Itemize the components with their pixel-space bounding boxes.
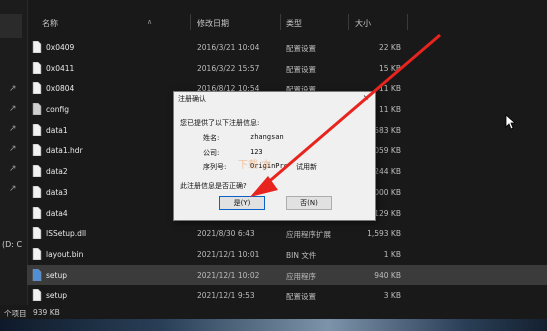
file-name: data1.hdr <box>46 146 83 156</box>
file-name: data3 <box>46 187 68 197</box>
gear-file-icon <box>32 103 42 116</box>
serial-label: 序列号: <box>203 163 227 171</box>
file-name: setup <box>46 270 67 280</box>
file-date: 2016/3/22 15:57 <box>197 63 260 73</box>
setup-app-icon <box>32 268 42 281</box>
config-file-icon <box>32 41 42 53</box>
column-type[interactable]: 类型 <box>286 18 302 29</box>
file-name: ISSetup.dll <box>46 229 87 239</box>
pin-icon[interactable]: ↗ <box>9 184 19 194</box>
pin-icon[interactable]: ↗ <box>9 104 19 114</box>
file-name: 0x0411 <box>46 63 75 73</box>
desktop-strip <box>0 319 547 331</box>
config-file-icon <box>32 289 42 302</box>
file-name: data4 <box>46 208 68 218</box>
dialog-intro: 您已提供了以下注册信息: <box>180 119 260 127</box>
column-size[interactable]: 大小 <box>355 18 371 29</box>
file-name: data2 <box>46 167 68 177</box>
file-date: 2021/8/30 6:43 <box>197 229 255 239</box>
dialog-question: 此注册信息是否正确? <box>180 182 247 190</box>
file-row[interactable]: ISSetup.dll 2021/8/30 6:43 应用程序扩展 1,593 KB <box>27 223 547 244</box>
file-size: 940 KB <box>374 270 401 280</box>
dll-file-icon <box>32 227 42 240</box>
file-icon <box>32 206 42 219</box>
file-row[interactable]: 0x0411 2016/3/22 15:57 配置设置 15 KB <box>27 58 547 79</box>
nav-pane-selected-item[interactable] <box>0 14 22 38</box>
company-value: 123 <box>250 148 263 156</box>
column-name[interactable]: 名称 <box>42 18 58 29</box>
registration-confirm-dialog: 注册确认 × 您已提供了以下注册信息: 姓名: zhangsan 公司: 123… <box>173 91 376 221</box>
dialog-title: 注册确认 <box>178 95 206 103</box>
mouse-cursor-icon <box>505 114 515 130</box>
drive-label[interactable]: (D: C <box>2 240 22 249</box>
file-name: setup <box>46 291 67 301</box>
file-row[interactable]: layout.bin 2021/12/1 10:01 BIN 文件 1 KB <box>27 244 547 265</box>
sort-arrow-icon: ∧ <box>147 18 153 26</box>
file-type: BIN 文件 <box>286 250 317 260</box>
file-name: layout.bin <box>46 249 84 259</box>
file-name: 0x0804 <box>46 84 75 94</box>
close-button[interactable]: × <box>357 92 375 104</box>
file-type: 配置设置 <box>286 44 316 53</box>
column-divider[interactable] <box>190 14 191 30</box>
pin-icon[interactable]: ↗ <box>9 124 19 134</box>
watermark: 下载 本 <box>238 160 272 171</box>
item-count: 个项目 <box>4 309 27 318</box>
file-date: 2021/12/1 10:02 <box>197 270 260 280</box>
file-date: 2016/3/21 10:04 <box>197 43 260 52</box>
file-row[interactable]: 0x0409 2016/3/21 10:04 配置设置 22 KB <box>27 37 547 58</box>
pin-icon[interactable]: ↗ <box>9 84 19 94</box>
file-icon <box>32 123 42 136</box>
file-icon <box>32 185 42 198</box>
file-row[interactable]: setup 2021/12/1 9:53 配置设置 3 KB <box>27 285 547 306</box>
file-date: 2021/12/1 9:53 <box>197 291 255 301</box>
no-button[interactable]: 否(N) <box>286 196 332 210</box>
column-divider[interactable] <box>280 14 281 30</box>
pin-icon[interactable]: ↗ <box>9 164 19 174</box>
file-icon <box>32 165 42 178</box>
file-icon <box>32 247 42 260</box>
navigation-pane: ↗ ↗ ↗ ↗ ↗ ↗ (D: C <box>0 0 28 312</box>
company-label: 公司: <box>203 149 220 157</box>
serial-suffix: 试用新 <box>296 163 317 171</box>
file-date: 2021/12/1 10:01 <box>197 249 260 259</box>
column-divider[interactable] <box>407 14 408 30</box>
file-size: 15 KB <box>379 63 401 73</box>
file-icon <box>32 144 42 157</box>
file-size: 22 KB <box>379 43 401 52</box>
column-divider[interactable] <box>348 14 349 30</box>
file-name: config <box>46 105 69 115</box>
file-name: 0x0409 <box>46 43 75 52</box>
name-label: 姓名: <box>203 134 220 142</box>
yes-button[interactable]: 是(Y) <box>219 196 265 210</box>
name-value: zhangsan <box>250 133 284 141</box>
file-size: 1 KB <box>383 249 401 259</box>
file-row[interactable]: setup 2021/12/1 10:02 应用程序 940 KB <box>27 264 547 286</box>
file-size: 3 KB <box>383 291 401 301</box>
pin-icon[interactable]: ↗ <box>9 144 19 154</box>
column-header: 名称 ∧ 修改日期 类型 大小 <box>27 12 547 32</box>
selected-size: 939 KB <box>33 308 60 317</box>
file-type: 配置设置 <box>286 64 316 74</box>
file-name: data1 <box>46 125 68 135</box>
file-size: 1,593 KB <box>367 229 401 239</box>
status-bar: 个项目 939 KB <box>0 305 547 319</box>
file-type: 应用程序扩展 <box>286 230 331 240</box>
file-type: 应用程序 <box>286 271 316 281</box>
column-date[interactable]: 修改日期 <box>197 18 229 29</box>
file-type: 配置设置 <box>286 292 316 302</box>
config-file-icon <box>32 61 42 74</box>
config-file-icon <box>32 82 42 95</box>
